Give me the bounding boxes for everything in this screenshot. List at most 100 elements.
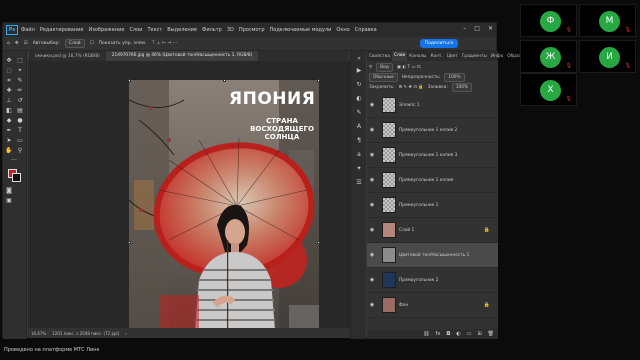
healing-brush-icon[interactable]: ✚ [5, 87, 13, 95]
layer-row[interactable]: ◉ Эллипс 1 [367, 93, 498, 118]
visibility-eye-icon[interactable]: ◉ [367, 102, 377, 108]
layer-name[interactable]: Прямоугольник 1 копия 2 [399, 128, 457, 133]
status-arrow-icon[interactable]: › [125, 331, 127, 336]
quick-mask-icon[interactable]: ◙ [5, 187, 13, 195]
layer-kind-select[interactable]: Вид [376, 63, 393, 72]
opacity-input[interactable]: 100% [444, 73, 465, 82]
shape-tool-icon[interactable]: ▭ [16, 137, 24, 145]
transform-handle[interactable] [223, 79, 226, 82]
quick-select-icon[interactable]: ⌖ [16, 67, 24, 75]
menu-layers[interactable]: Слои [129, 27, 142, 33]
visibility-eye-icon[interactable]: ◉ [367, 277, 377, 283]
layer-row[interactable]: ◉ Прямоугольник 1 [367, 193, 498, 218]
glyphs-icon[interactable]: a [355, 151, 363, 159]
participant-tile[interactable]: И 🎙 [579, 40, 636, 73]
blur-tool-icon[interactable]: ◆ [5, 117, 13, 125]
menu-3d[interactable]: 3D [227, 27, 234, 33]
visibility-eye-icon[interactable]: ◉ [367, 202, 377, 208]
move-tool-icon[interactable]: ✥ [15, 41, 19, 46]
path-select-icon[interactable]: ➤ [5, 137, 13, 145]
paragraph-icon[interactable]: ¶ [355, 137, 363, 145]
participant-tile[interactable]: М 🎙 [579, 4, 636, 37]
home-icon[interactable]: ⌂ [7, 41, 10, 46]
link-layers-icon[interactable]: ⛓ [423, 331, 429, 337]
align-icons[interactable]: ⊤ ⊥ ⊢ ⊣ ··· [151, 41, 177, 46]
doc-tab-1[interactable]: омники.psd @ 16,7% (RGB/8) [29, 54, 106, 59]
play-action-icon[interactable]: ▶ [355, 67, 363, 75]
tab-layers[interactable]: Слои [392, 51, 408, 61]
crop-tool-icon[interactable]: ⌗ [5, 77, 13, 85]
history-icon[interactable]: ↻ [355, 81, 363, 89]
new-layer-icon[interactable]: ⊞ [477, 331, 481, 337]
tab-properties[interactable]: Свойства [367, 54, 392, 59]
transform-controls-checkbox[interactable]: ☐ [90, 41, 94, 46]
maximize-icon[interactable]: □ [474, 25, 480, 32]
share-button[interactable]: Поделиться [419, 39, 458, 48]
layer-name[interactable]: Прямоугольник 2 [399, 278, 438, 283]
zoom-tool-icon[interactable]: ⚲ [16, 147, 24, 155]
layer-name[interactable]: Эллипс 1 [399, 103, 420, 108]
layer-row-selected[interactable]: ◉ Цветовой тон/Насыщенность 1 [367, 243, 498, 268]
menu-image[interactable]: Изображение [88, 27, 124, 33]
transform-handle[interactable] [317, 241, 320, 244]
tab-info[interactable]: Инфо [489, 54, 505, 59]
eyedropper-icon[interactable]: ✎ [16, 77, 24, 85]
lasso-tool-icon[interactable]: ◌ [5, 67, 13, 75]
layer-row[interactable]: ◉ Прямоугольник 1 копия 3 [367, 143, 498, 168]
menu-text[interactable]: Текст [147, 27, 162, 33]
blend-mode-select[interactable]: Обычные [369, 73, 398, 82]
brush-settings-icon[interactable]: ✎ [355, 109, 363, 117]
canvas-area[interactable]: ЯПОНИЯ СТРАНА ВОСХОДЯЩЕГО СОЛНЦА [28, 61, 350, 331]
gradient-tool-icon[interactable]: ▤ [16, 107, 24, 115]
pen-tool-icon[interactable]: ✒ [5, 127, 13, 135]
styles-icon[interactable]: ✦ [355, 165, 363, 173]
filter-icons[interactable]: ▣ ◐ T ▭ ⊡ [397, 65, 421, 70]
layer-name[interactable]: Прямоугольник 1 копия [399, 178, 453, 183]
collapse-panels-icon[interactable]: « [355, 55, 363, 63]
visibility-eye-icon[interactable]: ◉ [367, 252, 377, 258]
visibility-eye-icon[interactable]: ◉ [367, 177, 377, 183]
background-color-swatch[interactable] [12, 173, 21, 182]
fill-input[interactable]: 100% [451, 83, 473, 92]
more-tools-icon[interactable]: ··· [10, 157, 18, 165]
document-canvas[interactable]: ЯПОНИЯ СТРАНА ВОСХОДЯЩЕГО СОЛНЦА [129, 80, 319, 330]
layer-name[interactable]: Цветовой тон/Насыщенность 1 [399, 253, 469, 258]
layer-row[interactable]: ◉ Слой 1 🔒 [367, 218, 498, 243]
character-icon[interactable]: A [355, 123, 363, 131]
transform-handle[interactable] [128, 79, 131, 82]
layer-name[interactable]: Прямоугольник 1 копия 3 [399, 153, 457, 158]
layer-name[interactable]: Слой 1 [399, 228, 414, 233]
dodge-tool-icon[interactable]: ● [16, 117, 24, 125]
layer-row[interactable]: ◉ Прямоугольник 2 [367, 268, 498, 293]
stamp-tool-icon[interactable]: ⊥ [5, 97, 13, 105]
tab-paths[interactable]: Конт. [428, 54, 444, 59]
layer-row[interactable]: ◉ Прямоугольник 1 копия 2 [367, 118, 498, 143]
transform-handle[interactable] [128, 241, 131, 244]
tab-gradients[interactable]: Градиенты [460, 54, 489, 59]
adjustment-layer-icon[interactable]: ◐ [456, 331, 460, 337]
marquee-tool-icon[interactable]: ⬚ [16, 57, 24, 65]
participant-tile[interactable]: Ж 🎙 [520, 40, 577, 73]
menu-edit[interactable]: Редактирование [40, 27, 84, 33]
menu-view[interactable]: Просмотр [239, 27, 265, 33]
adjustments-icon[interactable]: ◐ [355, 95, 363, 103]
doc-tab-2[interactable]: 214970766.jpg @ 46% (Цветовой тон/Насыще… [105, 51, 259, 61]
visibility-eye-icon[interactable]: ◉ [367, 127, 377, 133]
history-brush-icon[interactable]: ↺ [16, 97, 24, 105]
move-tool-icon[interactable]: ✥ [5, 57, 13, 65]
menu-select[interactable]: Выделение [167, 27, 197, 33]
autoselect-target-select[interactable]: Слой [64, 39, 85, 48]
add-mask-icon[interactable]: ◘ [446, 331, 450, 337]
menu-file[interactable]: Файл [21, 27, 35, 33]
layer-name[interactable]: Фон [399, 303, 408, 308]
layer-row[interactable]: ◉ Прямоугольник 1 копия [367, 168, 498, 193]
fx-icon[interactable]: fx [436, 331, 441, 337]
tab-channels[interactable]: Каналы [407, 54, 428, 59]
zoom-level[interactable]: 16,67% [31, 331, 46, 336]
visibility-eye-icon[interactable]: ◉ [367, 227, 377, 233]
minimize-icon[interactable]: – [463, 25, 466, 32]
transform-handle[interactable] [317, 79, 320, 82]
brush-tool-icon[interactable]: ✏ [16, 87, 24, 95]
type-tool-icon[interactable]: T [16, 127, 24, 135]
layer-row[interactable]: ◉ Фон 🔒 [367, 293, 498, 318]
